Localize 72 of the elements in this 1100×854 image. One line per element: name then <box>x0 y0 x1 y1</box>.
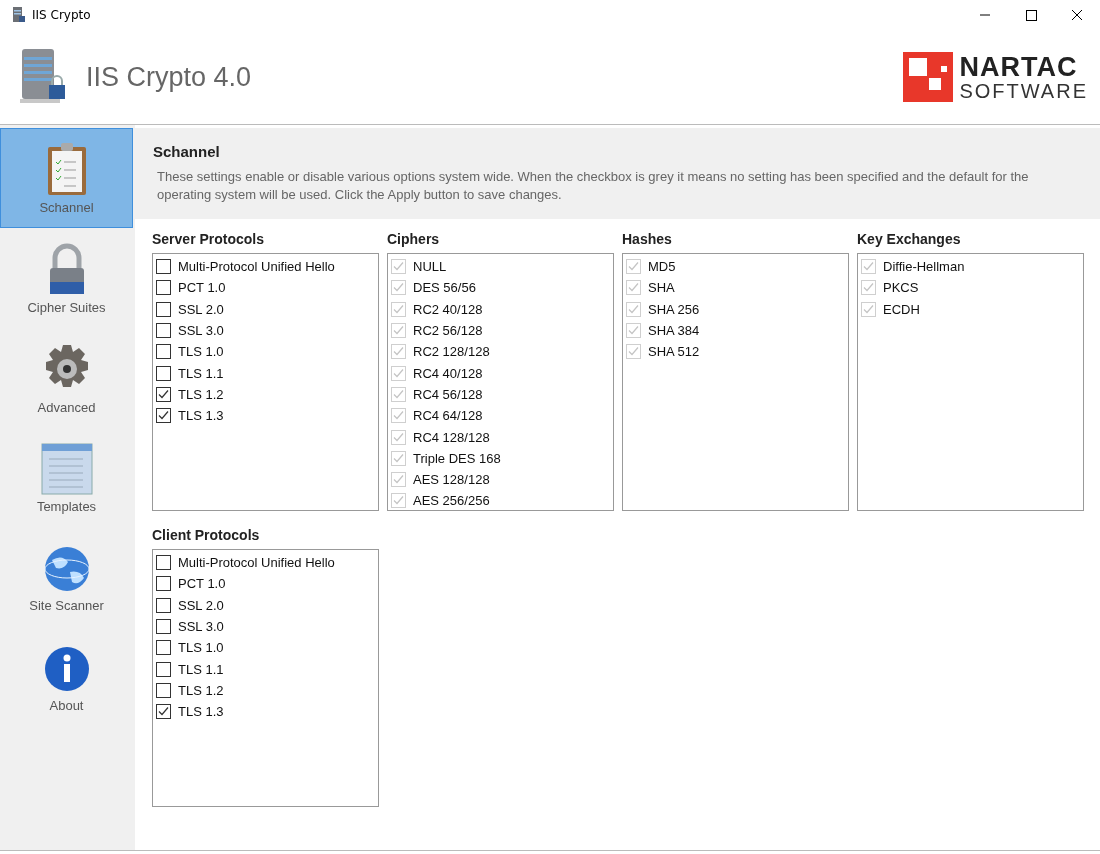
checkbox-label: RC4 56/128 <box>413 386 483 402</box>
checkbox-label: SSL 2.0 <box>178 597 224 613</box>
checkbox[interactable] <box>156 301 171 317</box>
checkbox[interactable] <box>156 323 171 339</box>
group-title: Server Protocols <box>152 231 266 247</box>
checkbox-label: TLS 1.3 <box>178 408 224 424</box>
checkbox-label: MD5 <box>648 259 676 275</box>
window-title: IIS Crypto <box>32 8 91 22</box>
checkbox[interactable] <box>156 365 171 381</box>
checkbox-label: Triple DES 168 <box>413 450 501 466</box>
sidebar-item[interactable]: Site Scanner <box>0 528 133 628</box>
checkbox-label: SSL 2.0 <box>178 301 224 317</box>
checkbox-label: TLS 1.2 <box>178 386 224 402</box>
checkbox[interactable] <box>156 640 171 656</box>
checkbox-label: AES 256/256 <box>413 493 490 509</box>
checkbox[interactable] <box>156 408 171 424</box>
checkbox-label: TLS 1.0 <box>178 640 224 656</box>
checkbox[interactable] <box>156 597 171 613</box>
checkbox-label: TLS 1.0 <box>178 344 224 360</box>
checkbox-label: SSL 3.0 <box>178 619 224 635</box>
checkbox-label: TLS 1.1 <box>178 365 224 381</box>
checkbox-label: RC4 128/128 <box>413 429 490 445</box>
checkbox[interactable] <box>156 259 171 275</box>
checkbox-label: PCT 1.0 <box>178 576 226 592</box>
checkbox-label: TLS 1.1 <box>178 661 224 677</box>
list-window-icon <box>40 442 93 495</box>
sidebar-item[interactable]: Templates <box>0 428 133 528</box>
checkbox-label: RC4 40/128 <box>413 365 483 381</box>
group-title: Ciphers <box>387 231 441 247</box>
section-title: Schannel <box>153 143 221 160</box>
checkbox-label: PKCS <box>883 280 919 296</box>
checkbox[interactable] <box>156 661 171 677</box>
checkbox-label: ECDH <box>883 301 920 317</box>
section-description: These settings enable or disable various options system wide. When the checkbox is grey it means no setting has been specified and the default for the operating system will be used. Click the Apply button to save changes. <box>157 168 1030 204</box>
sidebar-item[interactable]: Schannel <box>0 128 133 228</box>
sidebar-item[interactable]: About <box>0 628 133 728</box>
checkbox-label: PCT 1.0 <box>178 280 226 296</box>
checkbox-label: SSL 3.0 <box>178 323 224 339</box>
checkbox[interactable] <box>156 704 171 720</box>
checkbox-label: SHA 512 <box>648 344 700 360</box>
checkbox-label: SHA <box>648 280 675 296</box>
checkbox-label: DES 56/56 <box>413 280 476 296</box>
sidebar-item[interactable]: Cipher Suites <box>0 228 133 328</box>
sidebar-item[interactable]: Advanced <box>0 328 133 428</box>
checkbox-label: TLS 1.2 <box>178 682 224 698</box>
checkbox-label: SHA 256 <box>648 301 700 317</box>
checkbox-label: AES 128/128 <box>413 472 490 488</box>
logo-mark-icon <box>903 52 954 102</box>
checkbox-label: RC2 40/128 <box>413 301 483 317</box>
checkbox-label: TLS 1.3 <box>178 704 224 720</box>
checkbox-label: SHA 384 <box>648 323 700 339</box>
checkbox-label: Multi-Protocol Unified Hello <box>178 259 335 275</box>
checkbox-label: RC4 64/128 <box>413 408 483 424</box>
checkbox[interactable] <box>156 682 171 698</box>
checkbox[interactable] <box>156 619 171 635</box>
checkbox[interactable] <box>156 576 171 592</box>
checkbox[interactable] <box>156 280 171 296</box>
group-title: Key Exchanges <box>857 231 962 247</box>
app-title: IIS Crypto 4.0 <box>86 61 252 93</box>
server-icon <box>12 6 26 24</box>
checkbox-label: Multi-Protocol Unified Hello <box>178 555 335 571</box>
group-title: Hashes <box>622 231 673 247</box>
checkbox-label: RC2 56/128 <box>413 323 483 339</box>
checkbox-label: RC2 128/128 <box>413 344 490 360</box>
logo-name: NARTAC <box>959 53 1079 81</box>
checkbox[interactable] <box>156 555 171 571</box>
checkbox-label: Diffie-Hellman <box>883 259 965 275</box>
checkbox-label: NULL <box>413 259 447 275</box>
checkbox[interactable] <box>156 386 171 402</box>
checkbox[interactable] <box>156 344 171 360</box>
group-title: Client Protocols <box>152 527 261 543</box>
logo-subtitle: SOFTWARE <box>959 80 1088 101</box>
